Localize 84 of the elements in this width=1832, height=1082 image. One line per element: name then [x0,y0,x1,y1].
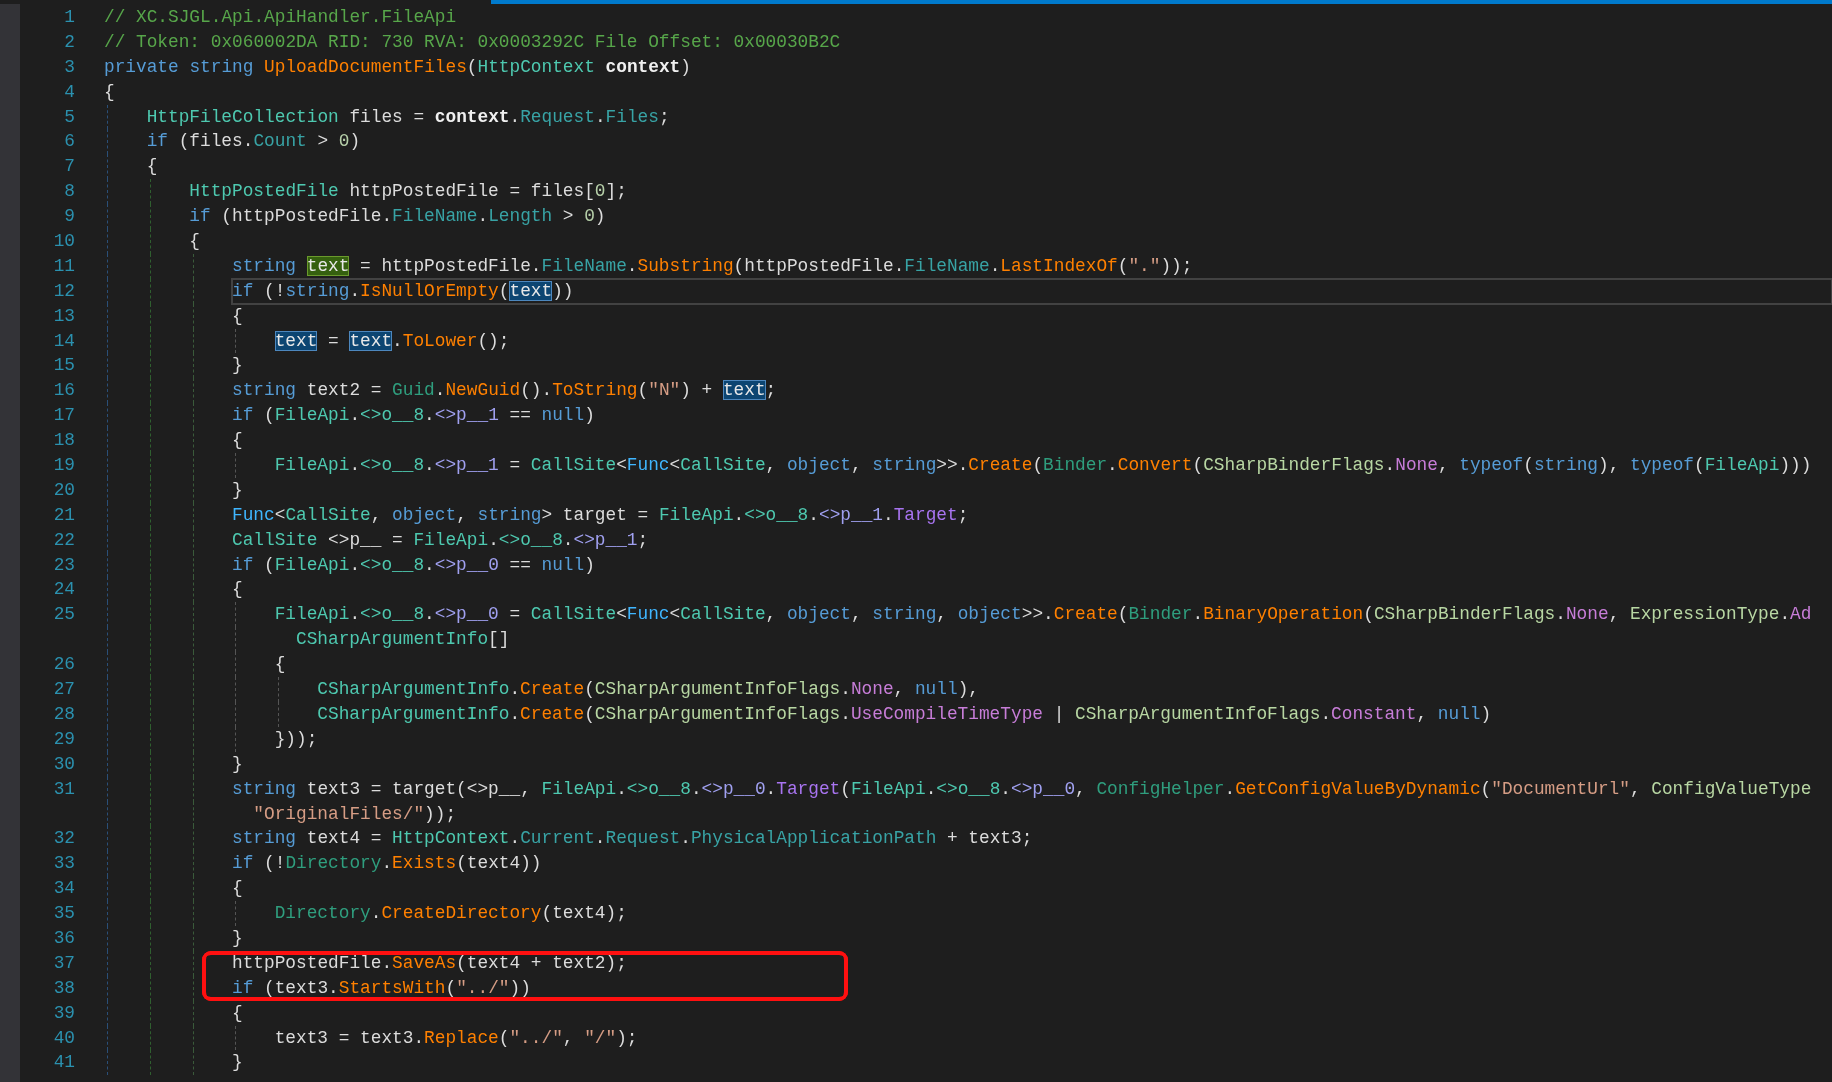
code-line: FileApi.<>o__8.<>p__0 = CallSite<Func<CallSite, object, string, object>>.Create(Binder.BinaryOperation(CSharpBinderFlags.None, ExpressionType.Ad [274,603,1812,627]
line-number: 29 [52,727,75,751]
code-line: } [232,478,243,502]
code-line: { [232,304,243,328]
line-number: 15 [52,354,75,378]
line-number: 39 [52,1001,75,1025]
code-line: CSharpArgumentInfo.Create(CSharpArgumentInfoFlags.UseCompileTimeType | CSharpArgumentInfoFlags.Constant, null) [317,702,1492,726]
code-line: HttpPostedFile httpPostedFile = files[0]; [189,180,627,204]
line-number: 25 [52,603,75,627]
line-number: 17 [52,404,75,428]
code-line: if (text3.StartsWith("../")) [202,975,848,1001]
code-line: { [232,877,243,901]
line-number: 36 [52,926,75,950]
code-line: } [232,354,243,378]
line-number: 38 [52,976,75,1000]
code-line: text3 = text3.Replace("../", "/"); [274,1026,638,1050]
line-number: 35 [52,902,75,926]
code-line: text = text.ToLower(); [274,329,510,353]
code-line: HttpFileCollection files = context.Request.Files; [146,105,670,129]
line-number: 34 [52,877,75,901]
line-number: 37 [52,951,75,975]
line-number: 19 [52,454,75,478]
line-number: 40 [52,1026,75,1050]
code-line: if (!Directory.Exists(text4)) [232,852,542,876]
line-number: 31 [52,777,75,801]
code-line: { [232,578,243,602]
line-number: 12 [52,279,75,303]
code-line: // Token: 0x060002DA RID: 730 RVA: 0x0003292C File Offset: 0x00030B2C [104,30,841,54]
code-line: private string UploadDocumentFiles(HttpContext context) [104,55,691,79]
code-line: { [104,80,115,104]
code-line: CallSite <>p__ = FileApi.<>o__8.<>p__1; [232,528,649,552]
line-number: 21 [52,503,75,527]
line-number: 11 [52,254,75,278]
code-line: string text3 = target(<>p__, FileApi.<>o__8.<>p__0.Target(FileApi.<>o__8.<>p__0, ConfigHelper.GetConfigValueByDynamic("DocumentUrl", ConfigValueType [232,777,1812,801]
code-line: CSharpArgumentInfo.Create(CSharpArgumentInfoFlags.None, null), [317,678,979,702]
code-line: FileApi.<>o__8.<>p__1 = CallSite<Func<CallSite, object, string>>.Create(Binder.Convert(CSharpBinderFlags.None, typeof(string), typeof(FileApi))) [274,454,1812,478]
line-number: 10 [52,230,75,253]
line-number: 24 [52,578,75,602]
line-number: 5 [63,105,75,129]
code-line: })); [274,727,318,751]
code-line: string text2 = Guid.NewGuid().ToString("N") + text; [232,379,777,403]
code-line: if (!string.IsNullOrEmpty(text)) [232,278,1832,304]
code-line: { [189,230,200,253]
line-number: 18 [52,429,75,453]
code-line: if (httpPostedFile.FileName.Length > 0) [189,205,606,229]
line-number: 14 [52,329,75,353]
code-line: } [232,926,243,950]
line-number: 1 [63,6,75,29]
line-number: 20 [52,478,75,502]
line-number: 30 [52,752,75,776]
code-line: } [232,1051,243,1075]
line-number: 2 [63,30,75,54]
line-number: 22 [52,528,75,552]
line-number: 32 [52,827,75,851]
line-number: 6 [63,130,75,154]
code-line: httpPostedFile.SaveAs(text4 + text2); [202,950,848,976]
line-number: 9 [63,205,75,229]
code-line: Directory.CreateDirectory(text4); [274,902,627,926]
code-line: CSharpArgumentInfo[] [295,628,510,652]
line-number: 28 [52,702,75,726]
code-line: { [274,653,286,677]
code-line: if (FileApi.<>o__8.<>p__0 == null) [232,553,595,577]
line-number: 3 [63,55,75,79]
code-line: if (files.Count > 0) [146,130,361,154]
line-number: 13 [52,304,75,328]
line-number: 4 [63,80,75,104]
code-line: { [146,155,158,179]
line-number: 27 [52,678,75,702]
code-line: "OriginalFiles/")); [252,802,457,826]
code-line: Func<CallSite, object, string> target = FileApi.<>o__8.<>p__1.Target; [232,503,969,527]
code-line: string text = httpPostedFile.FileName.Substring(httpPostedFile.FileName.LastIndexOf(".")); [232,254,1193,278]
line-number: 7 [63,155,75,179]
code-line: // XC.SJGL.Api.ApiHandler.FileApi [104,6,457,29]
line-number: 41 [52,1051,75,1075]
code-line: if (FileApi.<>o__8.<>p__1 == null) [232,404,595,428]
code-line: string text4 = HttpContext.Current.Request.PhysicalApplicationPath + text3; [232,827,1033,851]
code-line: { [232,429,243,453]
line-number: 26 [52,653,75,677]
line-number: 8 [63,180,75,204]
line-number: 23 [52,553,75,577]
code-line: { [232,1001,243,1025]
code-line: } [232,752,243,776]
line-number: 16 [52,379,75,403]
line-number: 33 [52,852,75,876]
